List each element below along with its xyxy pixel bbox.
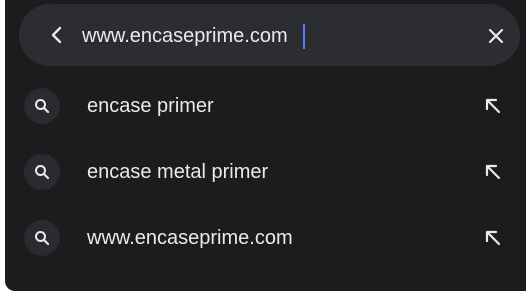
- suggestion-item[interactable]: www.encaseprime.com: [5, 206, 526, 272]
- suggestion-item[interactable]: encase primer: [5, 74, 526, 140]
- chevron-left-icon[interactable]: [45, 23, 69, 47]
- arrow-up-left-icon[interactable]: [483, 228, 503, 248]
- address-bar: [19, 4, 520, 66]
- search-icon: [24, 88, 60, 124]
- suggestion-text: encase metal primer: [87, 161, 269, 183]
- close-icon[interactable]: [488, 28, 504, 44]
- search-icon: [24, 220, 60, 256]
- url-input[interactable]: [82, 22, 442, 50]
- suggestion-text: www.encaseprime.com: [87, 227, 293, 249]
- text-caret: [303, 24, 305, 49]
- suggestion-item[interactable]: encase metal primer: [5, 140, 526, 206]
- search-icon: [24, 154, 60, 190]
- arrow-up-left-icon[interactable]: [483, 162, 503, 182]
- arrow-up-left-icon[interactable]: [483, 96, 503, 116]
- suggestion-text: encase primer: [87, 95, 214, 117]
- suggestions-screen: encase primer encase metal primer: [5, 0, 526, 291]
- suggestion-list: encase primer encase metal primer www.en…: [5, 74, 526, 272]
